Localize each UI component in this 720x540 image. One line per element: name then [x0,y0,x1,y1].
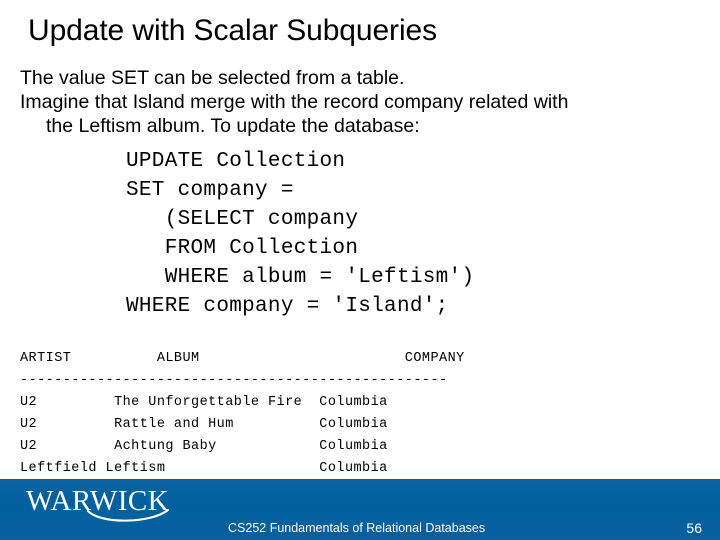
body-line-2: Imagine that Island merge with the recor… [20,91,569,113]
slide: Update with Scalar Subqueries The value … [0,0,720,540]
table-row: Leftfield Leftism Columbia [20,461,388,476]
warwick-logo-text: WARWICK [26,485,169,517]
result-header-row: ARTIST ALBUM COMPANY [20,351,465,366]
sql-line-where-inner: WHERE album = 'Leftism') [126,266,475,289]
sql-line-where-outer: WHERE company = 'Island'; [126,295,449,318]
warwick-logo: WARWICK [26,485,226,529]
sql-line-update: UPDATE Collection [126,150,346,173]
slide-footer: WARWICK CS252 Fundamentals of Relational… [0,479,720,540]
query-result-output: ARTIST ALBUM COMPANY -------------------… [0,348,720,480]
footer-caption: CS252 Fundamentals of Relational Databas… [228,521,486,535]
table-row: U2 The Unforgettable Fire Columbia [20,395,388,410]
body-line-3-text: the Leftism album. To update the databas… [46,115,420,137]
sql-line-from: FROM Collection [126,237,359,260]
table-row: U2 Rattle and Hum Columbia [20,417,388,432]
sql-code-block: UPDATE Collection SET company = (SELECT … [0,147,720,321]
table-row: U2 Achtung Baby Columbia [20,439,388,454]
sql-line-select: (SELECT company [126,208,359,231]
body-text-block: The value SET can be selected from a tab… [20,66,710,138]
page-number: 56 [686,520,702,536]
sql-line-set: SET company = [126,179,294,202]
result-separator-rule: ----------------------------------------… [20,373,448,388]
page-title: Update with Scalar Subqueries [28,14,437,47]
body-line-1: The value SET can be selected from a tab… [20,67,405,89]
body-line-3: the Leftism album. To update the databas… [20,114,710,138]
